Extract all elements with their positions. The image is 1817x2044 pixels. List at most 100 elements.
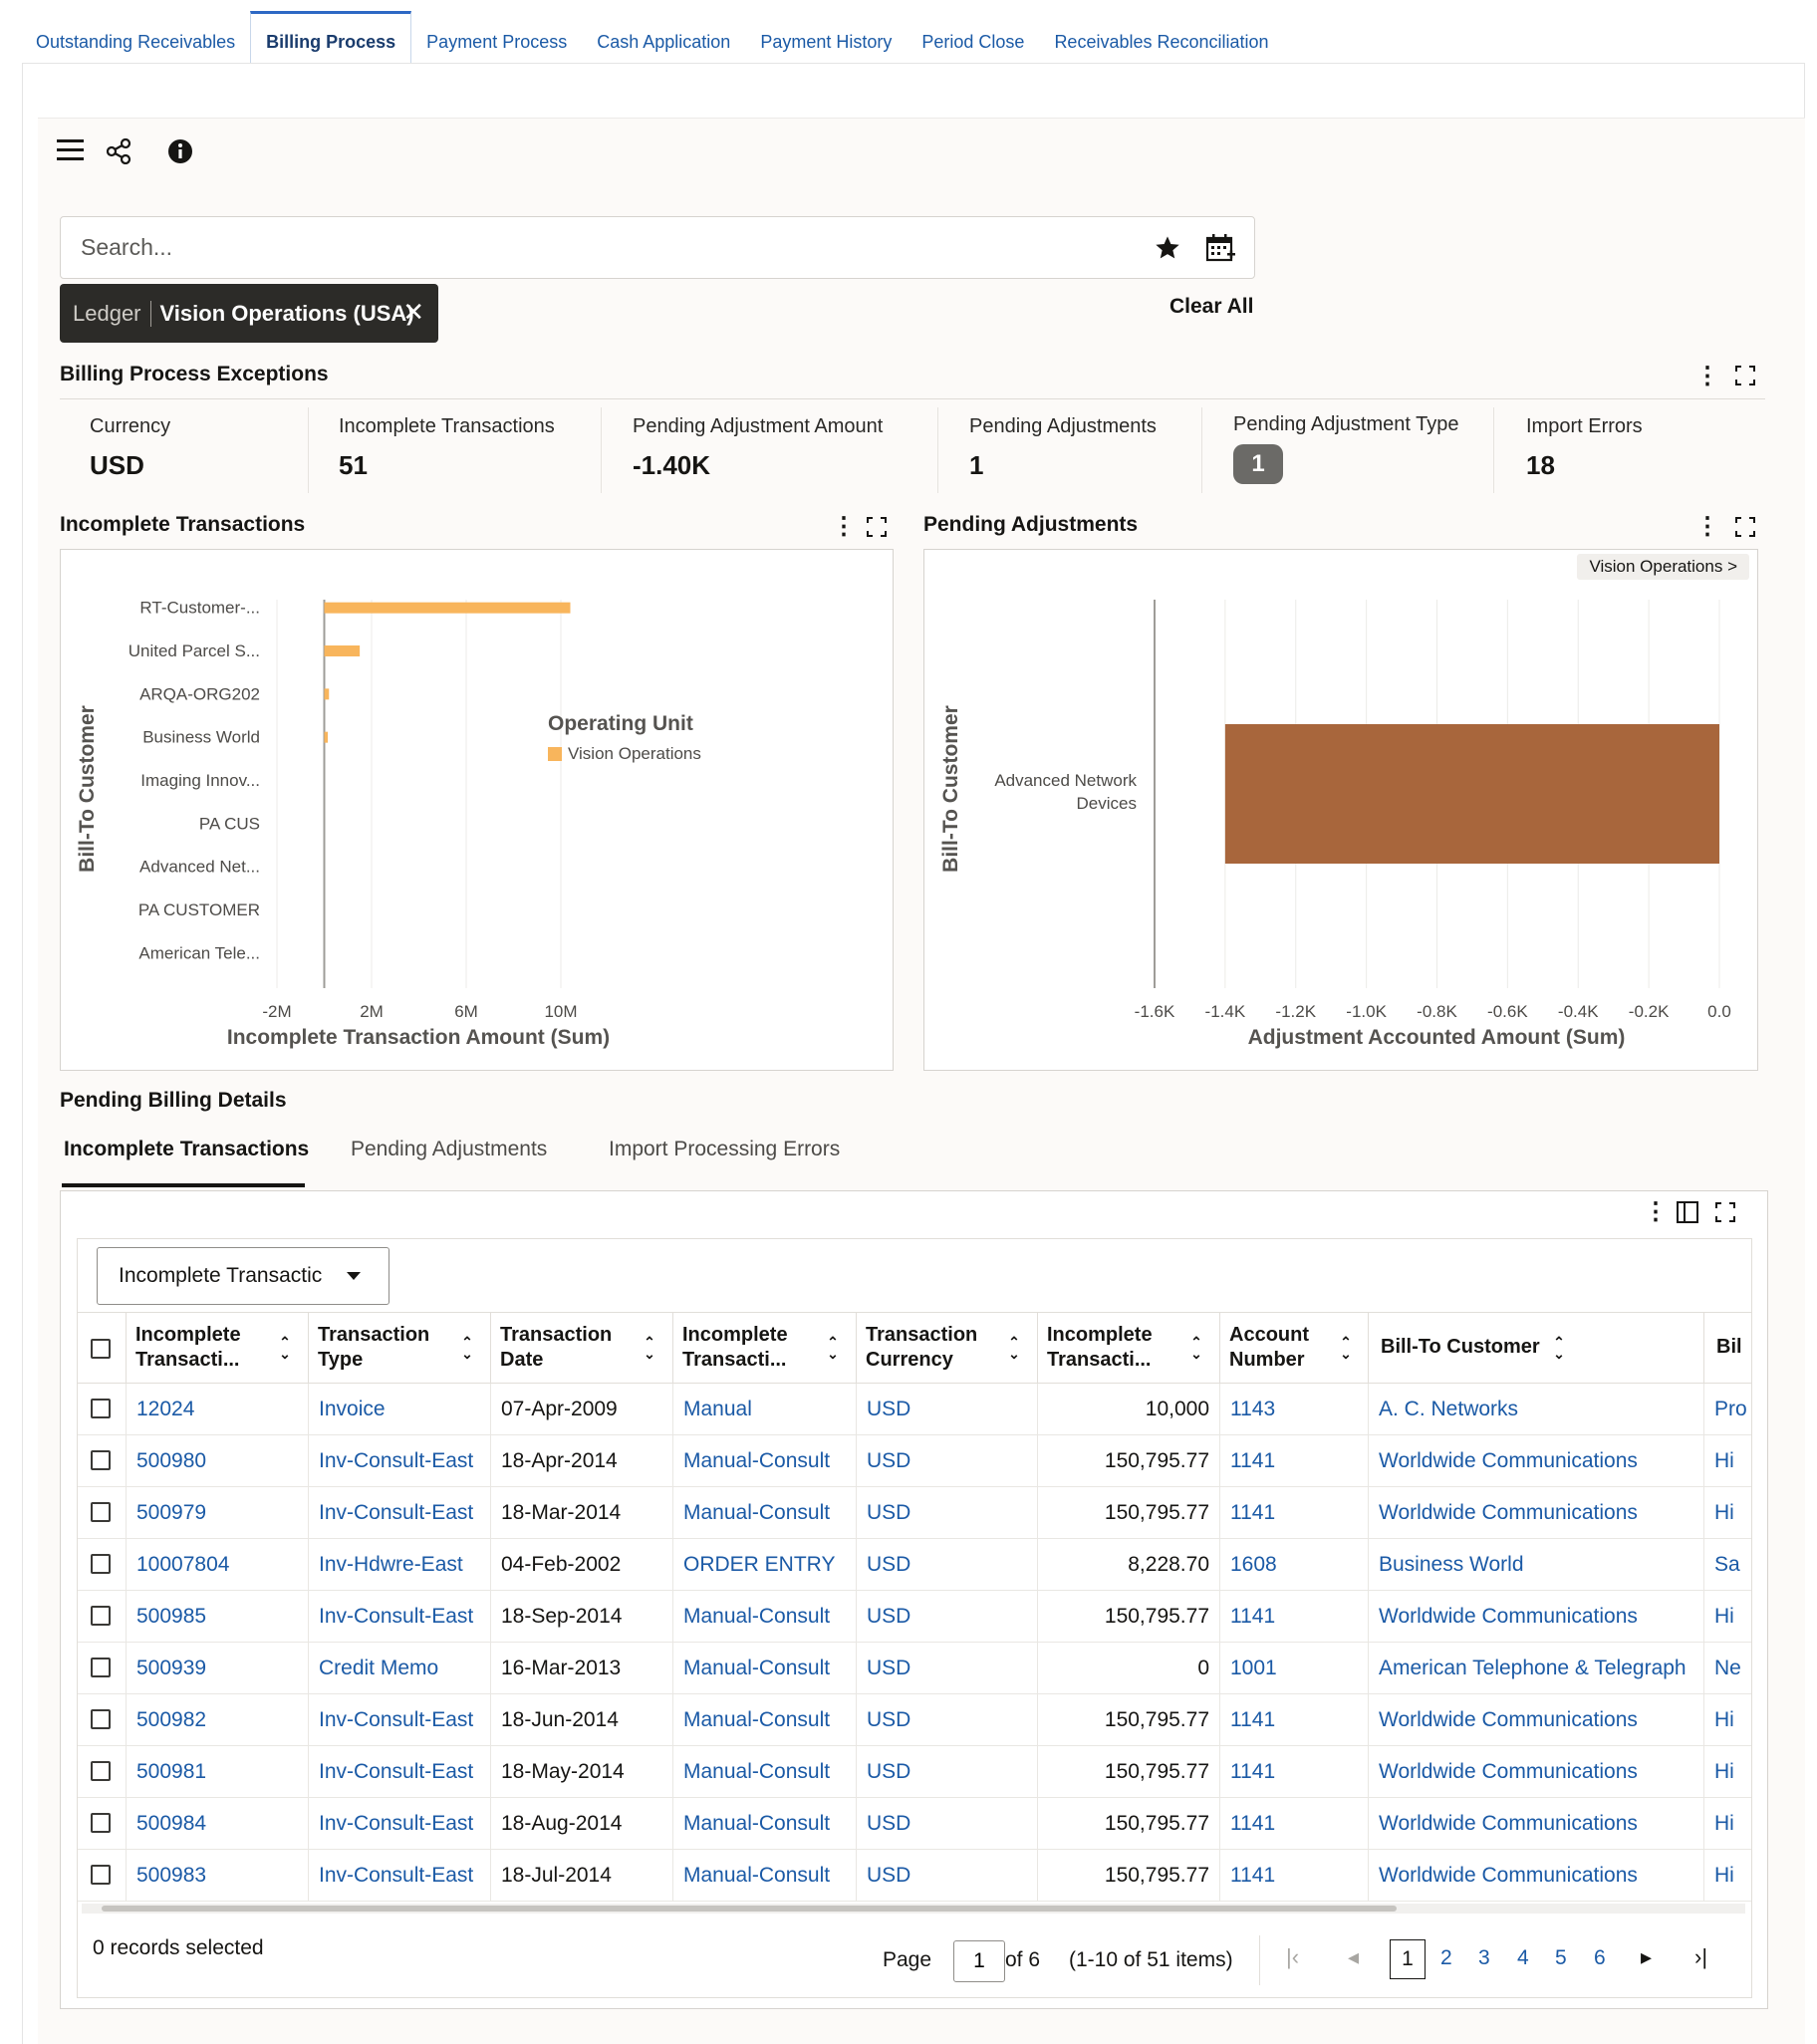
search-input[interactable] — [81, 217, 1077, 278]
share-icon[interactable] — [106, 137, 132, 165]
table-row[interactable]: 500982 Inv-Consult-East 18-Jun-2014 Manu… — [78, 1694, 1751, 1746]
sort-icon[interactable]: ⌃ ⌄ — [643, 1335, 656, 1361]
transaction-source-link[interactable]: Manual-Consult — [672, 1591, 856, 1642]
tab-billing-process[interactable]: Billing Process — [250, 11, 412, 63]
transaction-type-link[interactable]: Inv-Consult-East — [308, 1435, 490, 1486]
transaction-type-link[interactable]: Inv-Consult-East — [308, 1798, 490, 1849]
previous-page-icon[interactable]: ◂ — [1348, 1944, 1359, 1970]
transaction-source-link[interactable]: Manual-Consult — [672, 1798, 856, 1849]
account-number-link[interactable]: 1141 — [1219, 1746, 1368, 1797]
sort-icon[interactable]: ⌃ ⌄ — [1189, 1335, 1203, 1361]
currency-link[interactable]: USD — [856, 1694, 1037, 1745]
column-header-incomplete-transaction-source[interactable]: Incomplete Transacti... ⌃ ⌄ — [672, 1313, 856, 1385]
column-header-incomplete-transaction-amount[interactable]: Incomplete Transacti... ⌃ ⌄ — [1037, 1313, 1219, 1385]
transaction-number-link[interactable]: 500981 — [126, 1746, 308, 1797]
transaction-type-link[interactable]: Inv-Hdwre-East — [308, 1539, 490, 1590]
currency-link[interactable]: USD — [856, 1798, 1037, 1849]
more-options-icon[interactable]: ⋮ — [832, 515, 856, 539]
transaction-source-link[interactable]: Manual-Consult — [672, 1487, 856, 1538]
first-page-icon[interactable]: |‹ — [1286, 1944, 1299, 1970]
bill-to-customer-link[interactable]: Worldwide Communications — [1368, 1746, 1703, 1797]
account-number-link[interactable]: 1141 — [1219, 1487, 1368, 1538]
transaction-number-link[interactable]: 10007804 — [126, 1539, 308, 1590]
bill-to-customer-link[interactable]: A. C. Networks — [1368, 1384, 1703, 1434]
bill-to-customer-link[interactable]: Worldwide Communications — [1368, 1694, 1703, 1745]
table-row[interactable]: 10007804 Inv-Hdwre-East 04-Feb-2002 ORDE… — [78, 1539, 1751, 1591]
bill-to-site-link[interactable]: Ne — [1703, 1643, 1753, 1693]
bill-to-customer-link[interactable]: Worldwide Communications — [1368, 1487, 1703, 1538]
page-5-button[interactable]: 5 — [1555, 1946, 1567, 1970]
transaction-number-link[interactable]: 500982 — [126, 1694, 308, 1745]
bill-to-site-link[interactable]: Sa — [1703, 1539, 1753, 1590]
bill-to-site-link[interactable]: Hi — [1703, 1746, 1753, 1797]
transaction-number-link[interactable]: 12024 — [126, 1384, 308, 1434]
row-checkbox[interactable] — [91, 1554, 111, 1574]
table-row[interactable]: 500981 Inv-Consult-East 18-May-2014 Manu… — [78, 1746, 1751, 1798]
clear-all-button[interactable]: Clear All — [1169, 295, 1253, 319]
account-number-link[interactable]: 1141 — [1219, 1798, 1368, 1849]
table-row[interactable]: 500980 Inv-Consult-East 18-Apr-2014 Manu… — [78, 1435, 1751, 1487]
transaction-type-link[interactable]: Inv-Consult-East — [308, 1694, 490, 1745]
page-6-button[interactable]: 6 — [1594, 1946, 1606, 1970]
sort-icon[interactable]: ⌃ ⌄ — [1339, 1335, 1353, 1361]
view-select[interactable]: Incomplete Transactic — [97, 1247, 389, 1305]
bill-to-customer-link[interactable]: Worldwide Communications — [1368, 1850, 1703, 1901]
tab-import-processing-errors[interactable]: Import Processing Errors — [609, 1138, 840, 1161]
row-checkbox[interactable] — [91, 1399, 111, 1418]
expand-icon[interactable] — [1715, 1202, 1735, 1222]
transaction-source-link[interactable]: Manual — [672, 1384, 856, 1434]
row-checkbox[interactable] — [91, 1658, 111, 1677]
bill-to-site-link[interactable]: Hi — [1703, 1694, 1753, 1745]
expand-icon[interactable] — [1735, 517, 1755, 537]
transaction-type-link[interactable]: Inv-Consult-East — [308, 1746, 490, 1797]
column-header-transaction-date[interactable]: Transaction Date ⌃ ⌄ — [490, 1313, 672, 1385]
sort-icon[interactable]: ⌃ ⌄ — [1552, 1335, 1566, 1361]
table-row[interactable]: 500979 Inv-Consult-East 18-Mar-2014 Manu… — [78, 1487, 1751, 1539]
column-header-account-number[interactable]: Account Number ⌃ ⌄ — [1219, 1313, 1368, 1385]
transaction-type-link[interactable]: Invoice — [308, 1384, 490, 1434]
sort-icon[interactable]: ⌃ ⌄ — [1007, 1335, 1021, 1361]
tab-payment-process[interactable]: Payment Process — [411, 11, 582, 63]
table-row[interactable]: 500939 Credit Memo 16-Mar-2013 Manual-Co… — [78, 1643, 1751, 1694]
bill-to-site-link[interactable]: Hi — [1703, 1435, 1753, 1486]
currency-link[interactable]: USD — [856, 1539, 1037, 1590]
column-header-incomplete-transaction[interactable]: Incomplete Transacti... ⌃ ⌄ — [126, 1313, 308, 1385]
transaction-number-link[interactable]: 500983 — [126, 1850, 308, 1901]
transaction-number-link[interactable]: 500985 — [126, 1591, 308, 1642]
table-row[interactable]: 500983 Inv-Consult-East 18-Jul-2014 Manu… — [78, 1850, 1751, 1902]
row-checkbox[interactable] — [91, 1450, 111, 1470]
transaction-source-link[interactable]: ORDER ENTRY — [672, 1539, 856, 1590]
select-all-checkbox[interactable] — [91, 1339, 111, 1359]
expand-icon[interactable] — [867, 517, 887, 537]
tab-outstanding-receivables[interactable]: Outstanding Receivables — [21, 11, 250, 63]
chart-breadcrumb[interactable]: Vision Operations > — [1577, 554, 1749, 580]
calendar-icon[interactable] — [1205, 233, 1235, 263]
columns-icon[interactable] — [1677, 1201, 1698, 1223]
bill-to-customer-link[interactable]: American Telephone & Telegraph — [1368, 1643, 1703, 1693]
transaction-type-link[interactable]: Inv-Consult-East — [308, 1591, 490, 1642]
table-row[interactable]: 12024 Invoice 07-Apr-2009 Manual USD 10,… — [78, 1384, 1751, 1435]
transaction-number-link[interactable]: 500939 — [126, 1643, 308, 1693]
tab-payment-history[interactable]: Payment History — [745, 11, 907, 63]
column-header-bill-to-customer[interactable]: Bill-To Customer ⌃ ⌄ — [1368, 1313, 1703, 1385]
currency-link[interactable]: USD — [856, 1746, 1037, 1797]
bill-to-customer-link[interactable]: Worldwide Communications — [1368, 1798, 1703, 1849]
horizontal-scrollbar[interactable] — [82, 1904, 1745, 1914]
info-icon[interactable] — [167, 138, 193, 164]
column-header-bill-to-site[interactable]: Bil — [1703, 1313, 1763, 1385]
more-options-icon[interactable]: ⋮ — [1695, 365, 1719, 388]
tab-pending-adjustments[interactable]: Pending Adjustments — [351, 1138, 547, 1161]
page-number-input[interactable] — [953, 1940, 1005, 1982]
account-number-link[interactable]: 1141 — [1219, 1694, 1368, 1745]
scrollbar-thumb[interactable] — [102, 1906, 1397, 1912]
currency-link[interactable]: USD — [856, 1384, 1037, 1434]
more-options-icon[interactable]: ⋮ — [1644, 1200, 1668, 1224]
row-checkbox[interactable] — [91, 1813, 111, 1833]
transaction-type-link[interactable]: Inv-Consult-East — [308, 1487, 490, 1538]
expand-icon[interactable] — [1735, 366, 1755, 385]
transaction-number-link[interactable]: 500980 — [126, 1435, 308, 1486]
transaction-source-link[interactable]: Manual-Consult — [672, 1746, 856, 1797]
row-checkbox[interactable] — [91, 1761, 111, 1781]
row-checkbox[interactable] — [91, 1865, 111, 1885]
transaction-number-link[interactable]: 500984 — [126, 1798, 308, 1849]
